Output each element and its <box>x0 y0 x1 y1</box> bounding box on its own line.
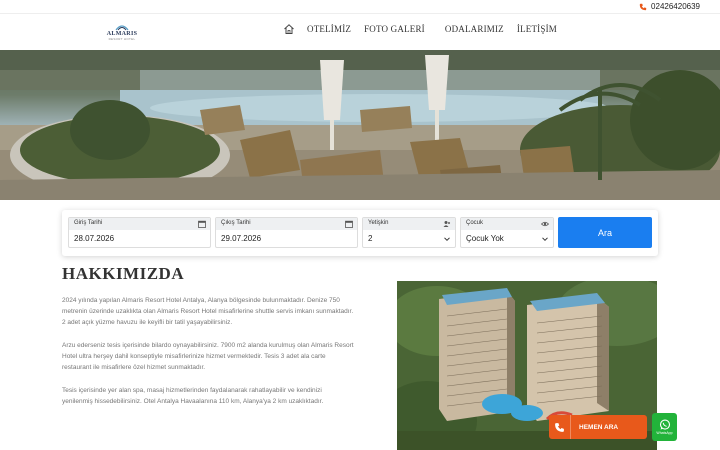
nav-item-otelimiz[interactable]: OTELİMİZ <box>307 24 351 34</box>
pool-scene-illustration <box>0 50 720 200</box>
about-paragraph: Tesis içerisinde yer alan spa, masaj hiz… <box>62 387 324 405</box>
whatsapp-label: WhatsApp <box>656 431 673 435</box>
main-navbar: ALMARIS RESORT HOTEL OTELİMİZ FOTO GALER… <box>0 14 720 50</box>
whatsapp-button[interactable]: WhatsApp <box>652 413 677 441</box>
phone-icon <box>639 3 647 10</box>
chevron-down-icon <box>444 237 450 242</box>
children-label: Çocuk <box>461 218 553 230</box>
call-now-button[interactable]: HEMEN ARA <box>549 415 647 439</box>
nav-menu: OTELİMİZ FOTO GALERİ ODALARIMIZ İLETİŞİM <box>283 23 570 35</box>
phone-contact[interactable]: 02426420639 <box>639 2 700 11</box>
logo-emblem-icon <box>115 25 129 31</box>
checkout-value[interactable]: 29.07.2026 <box>221 234 261 243</box>
children-value[interactable]: Çocuk Yok <box>466 234 504 243</box>
checkin-label: Giriş Tarihi <box>69 218 210 230</box>
about-paragraph: Arzu ederseniz tesis içerisinde bilardo … <box>62 342 354 371</box>
hero-image <box>0 50 720 200</box>
phone-icon <box>549 415 571 439</box>
nav-item-iletisim[interactable]: İLETİŞİM <box>517 24 557 34</box>
about-paragraph: 2024 yılında yapılan Almaris Resort Hote… <box>62 297 354 326</box>
home-icon[interactable] <box>283 23 295 35</box>
top-bar: 02426420639 <box>0 0 720 14</box>
calendar-icon <box>345 220 353 228</box>
checkin-field[interactable]: Giriş Tarihi 28.07.2026 <box>68 217 211 248</box>
booking-search-form: Giriş Tarihi 28.07.2026 Çıkış Tarihi 29.… <box>62 210 658 256</box>
children-select[interactable]: Çocuk Çocuk Yok <box>460 217 554 248</box>
checkout-field[interactable]: Çıkış Tarihi 29.07.2026 <box>215 217 358 248</box>
eye-icon <box>541 221 549 227</box>
chevron-down-icon <box>542 237 548 242</box>
whatsapp-icon <box>659 419 670 430</box>
checkin-value[interactable]: 28.07.2026 <box>74 234 114 243</box>
search-button[interactable]: Ara <box>558 217 652 248</box>
brand-tagline: RESORT HOTEL <box>108 37 136 41</box>
phone-number[interactable]: 02426420639 <box>651 2 700 11</box>
brand-logo[interactable]: ALMARIS RESORT HOTEL <box>105 18 139 46</box>
call-now-label: HEMEN ARA <box>579 423 619 431</box>
calendar-icon <box>198 220 206 228</box>
nav-item-foto-galeri[interactable]: FOTO GALERİ <box>364 24 425 34</box>
users-icon <box>443 221 451 227</box>
nav-item-odalarimiz[interactable]: ODALARIMIZ <box>445 24 504 34</box>
adults-select[interactable]: Yetişkin 2 <box>362 217 456 248</box>
about-heading: HAKKIMIZDA <box>62 264 185 283</box>
adults-value[interactable]: 2 <box>368 234 372 243</box>
checkout-label: Çıkış Tarihi <box>216 218 357 230</box>
adults-label: Yetişkin <box>363 218 455 230</box>
